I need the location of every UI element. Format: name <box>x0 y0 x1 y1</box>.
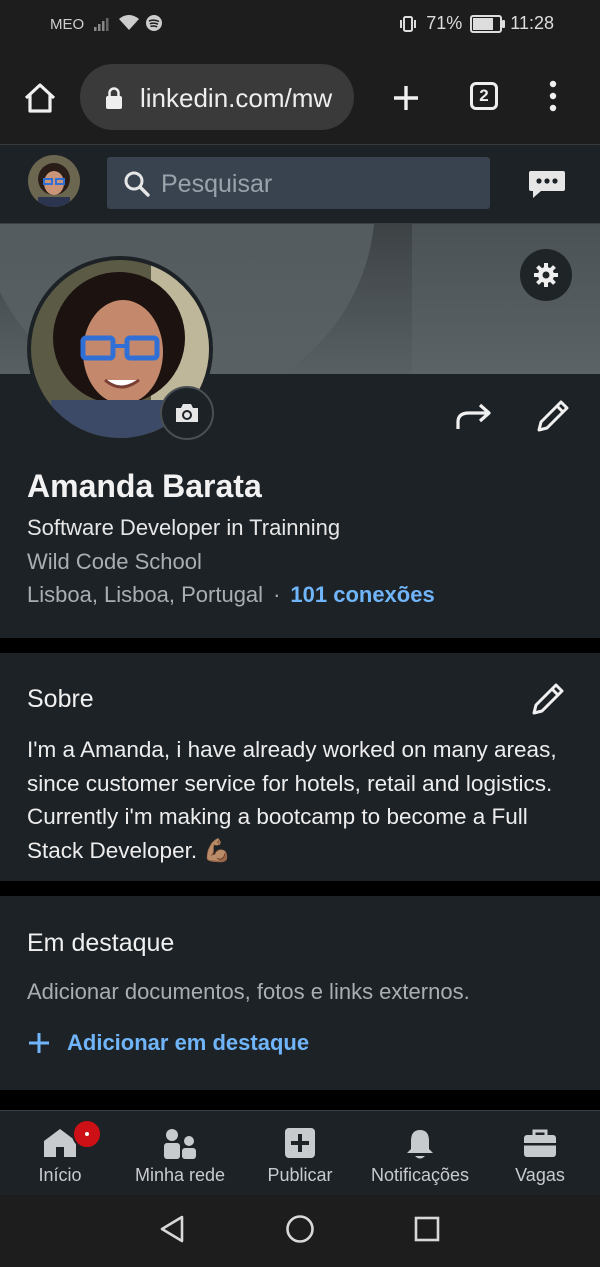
nav-label-notifications: Notificações <box>370 1165 470 1185</box>
featured-description: Adicionar documentos, fotos e links exte… <box>27 979 470 1004</box>
home-circle-icon[interactable] <box>285 1214 315 1244</box>
nav-item-network[interactable]: Minha rede <box>120 1111 240 1195</box>
browser-toolbar: linkedin.com/mw 2 <box>0 50 600 145</box>
settings-button[interactable] <box>520 249 572 301</box>
nav-label-home: Início <box>38 1165 82 1185</box>
avatar[interactable] <box>28 155 80 207</box>
profile-name: Amanda Barata <box>27 468 262 504</box>
share-icon[interactable] <box>455 402 493 432</box>
lock-icon <box>106 87 122 109</box>
nav-label-post: Publicar <box>267 1165 333 1185</box>
edit-profile-icon[interactable] <box>535 398 571 434</box>
battery-percent: 71% <box>426 13 463 33</box>
address-bar[interactable]: linkedin.com/mw <box>80 64 354 130</box>
url-text: linkedin.com/mw <box>140 83 333 113</box>
carrier-label: MEO <box>50 16 85 33</box>
nav-label-jobs: Vagas <box>515 1165 565 1185</box>
battery-icon <box>470 14 506 33</box>
linkedin-header <box>0 145 600 224</box>
network-icon <box>164 1129 196 1159</box>
signal-icon <box>94 18 109 31</box>
back-icon[interactable] <box>158 1214 186 1244</box>
featured-section: Em destaque Adicionar documentos, fotos … <box>0 896 600 1090</box>
camera-icon <box>176 404 198 422</box>
tab-switcher-button[interactable]: 2 <box>470 82 498 110</box>
briefcase-icon <box>524 1129 556 1157</box>
wifi-icon <box>119 15 139 30</box>
search-input[interactable] <box>159 167 473 201</box>
clock: 11:28 <box>510 13 554 33</box>
bottom-nav: Início Minha rede Publicar Notificações … <box>0 1110 600 1195</box>
search-icon <box>124 171 150 197</box>
recents-icon[interactable] <box>413 1214 441 1244</box>
plus-icon <box>29 1033 49 1053</box>
notification-badge <box>72 1119 102 1149</box>
profile-location: Lisboa, Lisboa, Portugal <box>27 582 264 607</box>
featured-title: Em destaque <box>27 929 175 957</box>
add-featured-button[interactable]: Adicionar em destaque <box>27 1030 309 1056</box>
nav-item-jobs[interactable]: Vagas <box>480 1111 600 1195</box>
home-icon[interactable] <box>22 80 58 116</box>
about-section: Sobre I'm a Amanda, i have already worke… <box>0 653 600 881</box>
nav-label-network: Minha rede <box>134 1165 226 1185</box>
gear-icon <box>534 263 558 287</box>
post-icon <box>285 1128 315 1158</box>
connections-link[interactable]: 101 conexões <box>290 582 434 607</box>
edit-about-icon[interactable] <box>530 681 566 717</box>
messaging-icon[interactable] <box>527 167 567 201</box>
new-tab-icon[interactable] <box>390 82 422 114</box>
profile-headline: Software Developer in Trainning <box>27 515 341 540</box>
separator-dot: · <box>273 582 281 607</box>
profile-card: Amanda Barata Software Developer in Trai… <box>0 224 600 638</box>
change-photo-button[interactable] <box>160 386 214 440</box>
bell-icon <box>407 1130 433 1159</box>
spotify-icon <box>146 15 162 31</box>
nav-item-notifications[interactable]: Notificações <box>360 1111 480 1195</box>
nav-item-home[interactable]: Início <box>0 1111 120 1195</box>
vibrate-icon <box>400 15 417 32</box>
profile-company: Wild Code School <box>27 549 202 574</box>
about-title: Sobre <box>27 685 94 713</box>
about-text: I'm a Amanda, i have already worked on m… <box>27 737 557 863</box>
nav-item-post[interactable]: Publicar <box>240 1111 360 1195</box>
add-featured-label: Adicionar em destaque <box>67 1030 310 1055</box>
location-line: Lisboa, Lisboa, Portugal · 101 conexões <box>27 582 435 608</box>
search-bar[interactable] <box>107 157 490 209</box>
more-menu-icon[interactable] <box>548 80 558 112</box>
system-nav-bar <box>0 1195 600 1267</box>
status-bar: MEO 71% 11:28 <box>0 0 600 50</box>
